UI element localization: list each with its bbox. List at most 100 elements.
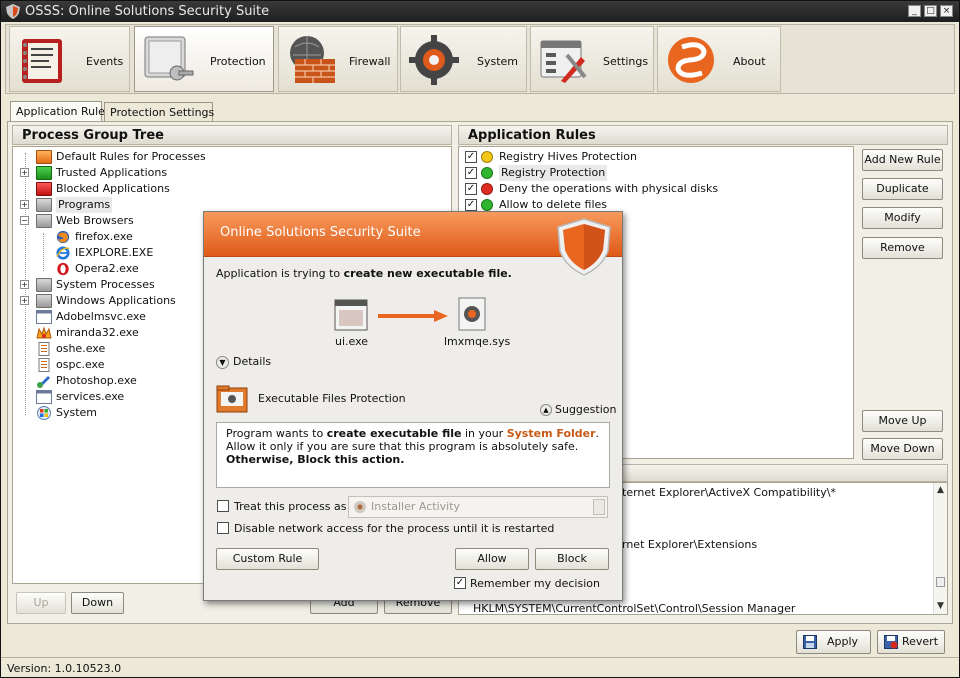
rule-checkbox[interactable]: ✓ — [465, 167, 477, 179]
registry-row[interactable]: HKLM\SYSTEM\CurrentControlSet\Control\Se… — [473, 602, 795, 615]
shield-icon — [557, 218, 611, 276]
toolbar-system-button[interactable]: System — [400, 26, 527, 92]
treat-process-select[interactable]: Installer Activity — [348, 496, 608, 518]
red-folder-icon — [36, 182, 52, 196]
document-icon — [38, 342, 50, 356]
remember-decision-checkbox[interactable]: ✓ — [454, 577, 466, 589]
modify-button[interactable]: Modify — [862, 207, 943, 229]
folder-open-icon — [36, 214, 52, 228]
rule-status-dot — [481, 167, 493, 179]
system-file-icon — [458, 297, 486, 331]
toolbar-about-label: About — [733, 55, 766, 68]
rule-item[interactable]: ✓ Registry Hives Protection — [465, 149, 845, 165]
tree-down-button[interactable]: Down — [71, 592, 124, 614]
toolbar-protection-button[interactable]: Protection — [134, 26, 274, 92]
block-button[interactable]: Block — [535, 548, 609, 570]
toolbar-firewall-label: Firewall — [349, 55, 391, 68]
info-line-1: Program wants to create executable file … — [226, 427, 609, 440]
duplicate-button[interactable]: Duplicate — [862, 178, 943, 200]
tree-item-label: Trusted Applications — [56, 166, 168, 179]
chevron-down-icon: ▼ — [216, 355, 229, 369]
folder-icon — [36, 278, 52, 292]
info-end: . — [595, 427, 600, 440]
rule-label: Registry Protection — [499, 165, 608, 181]
tree-up-button[interactable]: Up — [16, 592, 66, 614]
tree-item-label: services.exe — [56, 390, 125, 403]
info-line-3: Otherwise, Block this action. — [226, 453, 405, 466]
scroll-up-icon[interactable]: ▲ — [937, 485, 944, 495]
rule-status-dot — [481, 199, 493, 211]
rule-item[interactable]: ✓ Deny the operations with physical disk… — [465, 181, 845, 197]
tree-item-label: miranda32.exe — [56, 326, 139, 339]
toolbar-settings-button[interactable]: Settings — [530, 26, 654, 92]
expand-plus-icon[interactable]: + — [20, 280, 29, 289]
firewall-globe-icon — [290, 36, 335, 83]
remove-button[interactable]: Remove — [862, 237, 943, 259]
revert-icon — [884, 635, 898, 649]
executable-window-icon — [334, 299, 368, 331]
target-file-label: lmxmqe.sys — [444, 335, 511, 348]
rule-checkbox[interactable]: ✓ — [465, 183, 477, 195]
treat-process-checkbox[interactable] — [217, 500, 229, 512]
add-new-rule-button[interactable]: Add New Rule — [862, 149, 943, 171]
dialog-title: Online Solutions Security Suite — [220, 225, 421, 240]
minimize-button[interactable]: _ — [908, 5, 921, 17]
registry-row[interactable]: rnet Explorer\Extensions — [622, 538, 757, 551]
tree-item-label: Default Rules for Processes — [56, 150, 206, 163]
registry-scrollbar[interactable]: ▲ ▼ — [933, 483, 947, 614]
tree-item-label: Windows Applications — [56, 294, 176, 307]
ie-icon — [56, 246, 70, 260]
tab-application-rules[interactable]: Application Rules — [10, 101, 111, 122]
rules-header: Application Rules — [458, 125, 948, 145]
toolbar-firewall-button[interactable]: Firewall — [278, 26, 398, 92]
rule-checkbox[interactable]: ✓ — [465, 199, 477, 211]
scroll-down-icon[interactable]: ▼ — [937, 601, 944, 611]
custom-rule-button[interactable]: Custom Rule — [216, 548, 319, 570]
move-down-button[interactable]: Move Down — [862, 438, 943, 460]
expand-plus-icon[interactable]: + — [20, 200, 29, 209]
suggestion-toggle[interactable]: ▲ Suggestion — [540, 403, 617, 416]
installer-icon — [354, 501, 366, 513]
suggestion-label: Suggestion — [555, 403, 617, 416]
chevron-up-icon: ▲ — [540, 404, 552, 416]
tree-item-label: Opera2.exe — [75, 262, 139, 275]
rule-checkbox[interactable]: ✓ — [465, 151, 477, 163]
main-toolbar: Events Protection Firewall System Settin… — [5, 24, 955, 94]
dropdown-arrow-icon[interactable] — [593, 499, 605, 515]
close-button[interactable]: × — [940, 5, 953, 17]
executable-protection-icon — [216, 385, 248, 413]
message-emphasis: create new executable file. — [343, 267, 512, 280]
toolbar-system-label: System — [477, 55, 519, 68]
toolbar-events-button[interactable]: Events — [9, 26, 130, 92]
tree-item-label: Programs — [56, 197, 113, 213]
tree-item[interactable]: Blocked Applications — [13, 181, 443, 197]
toolbar-about-button[interactable]: About — [657, 26, 781, 92]
shield-app-icon — [6, 4, 20, 19]
title-bar[interactable]: OSSS: Online Solutions Security Suite _ … — [1, 1, 959, 22]
details-toggle[interactable]: ▼ Details — [216, 355, 271, 369]
scroll-thumb[interactable] — [936, 577, 945, 587]
tree-item[interactable]: Default Rules for Processes — [13, 149, 443, 165]
rule-item[interactable]: ✓ Registry Protection — [465, 165, 845, 181]
collapse-minus-icon[interactable]: − — [20, 216, 29, 225]
floppy-save-icon — [803, 635, 817, 649]
tree-item[interactable]: + Trusted Applications — [13, 165, 443, 181]
expand-plus-icon[interactable]: + — [20, 168, 29, 177]
maximize-button[interactable]: □ — [924, 5, 937, 17]
tree-item-label: Adobelmsvc.exe — [56, 310, 146, 323]
tree-item-label: oshe.exe — [56, 342, 106, 355]
toolbar-settings-label: Settings — [603, 55, 649, 68]
tree-item-label: ospc.exe — [56, 358, 105, 371]
orange-folder-icon — [36, 150, 52, 164]
expand-plus-icon[interactable]: + — [20, 296, 29, 305]
disable-network-checkbox[interactable] — [217, 522, 229, 534]
apply-button[interactable]: Apply — [796, 630, 871, 654]
tab-protection-settings[interactable]: Protection Settings — [104, 102, 214, 122]
allow-button[interactable]: Allow — [455, 548, 529, 570]
registry-row[interactable]: ternet Explorer\ActiveX Compatibility\* — [622, 486, 836, 499]
arrow-right-icon — [378, 310, 448, 322]
alert-dialog: Online Solutions Security Suite Applicat… — [203, 211, 623, 601]
tree-item-label: firefox.exe — [75, 230, 133, 243]
move-up-button[interactable]: Move Up — [862, 410, 943, 432]
revert-button[interactable]: Revert — [877, 630, 945, 654]
